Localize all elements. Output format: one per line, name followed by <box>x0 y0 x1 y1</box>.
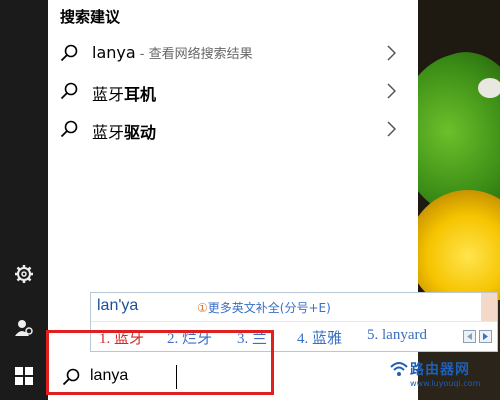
search-icon <box>60 44 78 66</box>
ime-prev-page-icon[interactable] <box>463 330 476 343</box>
taskbar-rail <box>0 0 48 400</box>
suggestion-item[interactable]: 蓝牙耳机 <box>48 72 418 110</box>
annotation-highlight-box <box>46 330 274 395</box>
ime-candidate[interactable]: 5. lanyard <box>367 327 427 344</box>
suggestion-label: 蓝牙耳机 <box>92 85 157 104</box>
wifi-logo-icon <box>390 361 408 381</box>
chevron-right-icon <box>386 45 397 65</box>
gear-icon[interactable] <box>12 262 36 286</box>
chevron-right-icon <box>386 121 397 141</box>
suggestion-item[interactable]: 蓝牙驱动 <box>48 110 418 148</box>
watermark: 路由器网 www.luyouqi.com <box>390 355 500 400</box>
chevron-right-icon <box>386 83 397 103</box>
section-title: 搜索建议 <box>60 8 121 26</box>
ime-composition-bar: lan'ya ①更多英文补全(分号+E) <box>91 293 497 322</box>
insect-image <box>478 78 500 98</box>
search-icon <box>60 82 78 104</box>
ime-next-page-icon[interactable] <box>479 330 492 343</box>
suggestion-item[interactable]: lanya - 查看网络搜索结果 <box>48 34 418 72</box>
ime-logo <box>481 293 497 321</box>
person-icon[interactable] <box>12 316 36 340</box>
suggestion-label: lanya - 查看网络搜索结果 <box>92 43 253 62</box>
ime-candidate[interactable]: 4. 蓝雅 <box>297 327 342 348</box>
watermark-name: 路由器网 <box>410 362 470 378</box>
ime-hint[interactable]: ①更多英文补全(分号+E) <box>197 299 331 316</box>
watermark-url: www.luyouqi.com <box>410 379 481 388</box>
search-icon <box>60 120 78 142</box>
windows-icon[interactable] <box>12 364 36 388</box>
ime-composition: lan'ya <box>97 297 139 314</box>
suggestion-label: 蓝牙驱动 <box>92 123 157 142</box>
